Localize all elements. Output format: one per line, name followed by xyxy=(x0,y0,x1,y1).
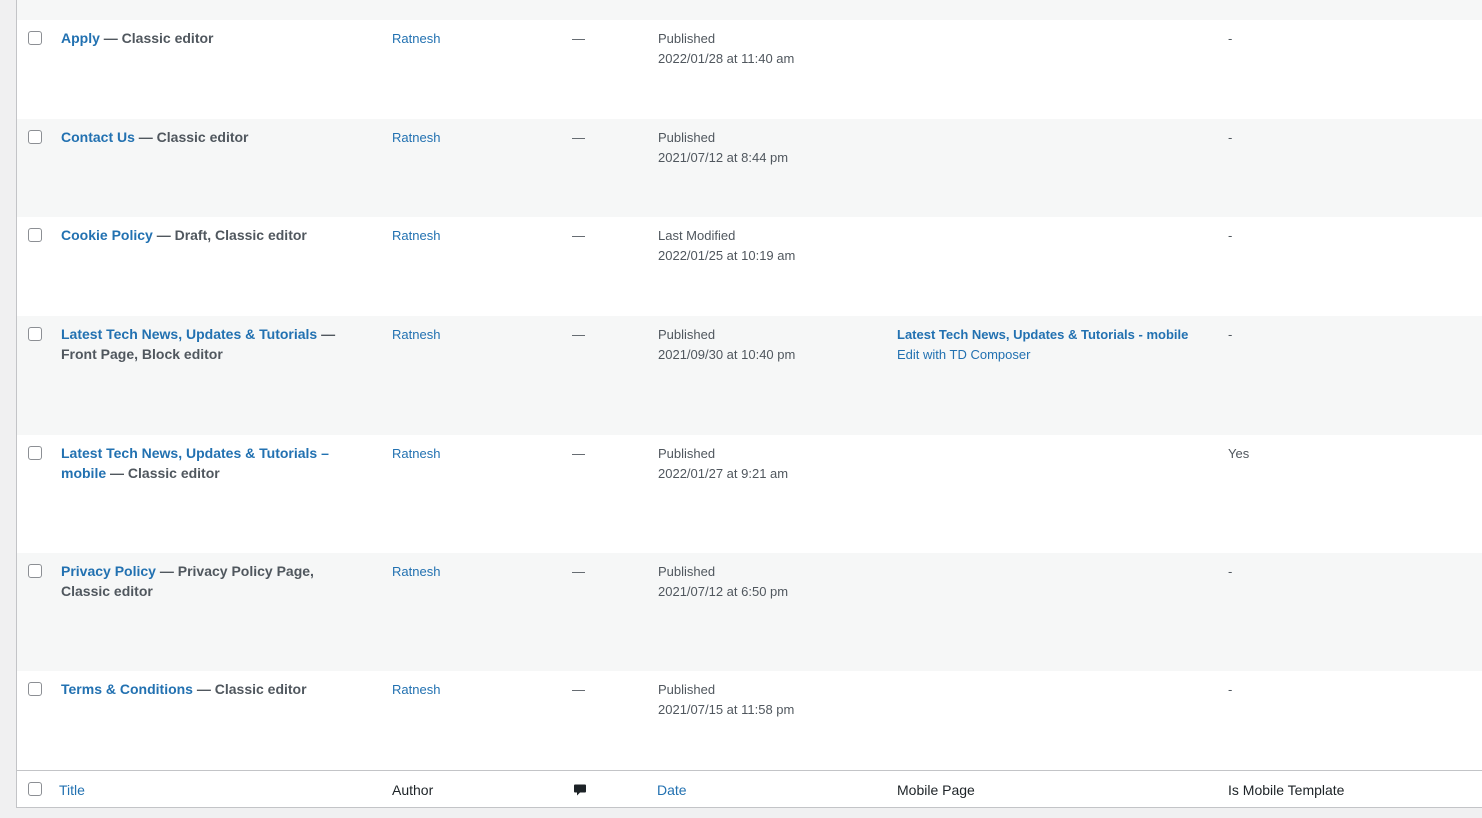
row-checkbox[interactable] xyxy=(28,446,42,460)
title-cell: Latest Tech News, Updates & Tutorials — … xyxy=(61,325,366,364)
row-checkbox[interactable] xyxy=(28,228,42,242)
title-cell: Contact Us — Classic editor xyxy=(61,128,366,148)
title-cell: Apply — Classic editor xyxy=(61,29,366,49)
page-title-link[interactable]: Terms & Conditions xyxy=(61,681,193,697)
table-row: Apply — Classic editor Ratnesh — Publish… xyxy=(17,20,1482,119)
is-mobile-value: Yes xyxy=(1228,446,1250,461)
date-status: Published xyxy=(658,564,716,579)
row-checkbox[interactable] xyxy=(28,564,42,578)
date-status: Published xyxy=(658,682,716,697)
page-title-link[interactable]: Privacy Policy xyxy=(61,563,156,579)
page-title-link[interactable]: Apply xyxy=(61,30,100,46)
date-value: 2021/07/12 at 8:44 pm xyxy=(658,149,789,165)
date-cell: Published 2021/07/12 at 6:50 pm xyxy=(658,562,788,601)
title-cell: Latest Tech News, Updates & Tutorials – … xyxy=(61,444,366,483)
table-top-strip xyxy=(17,0,1482,20)
date-status: Last Modified xyxy=(658,228,736,243)
comments-count: — xyxy=(572,327,585,342)
row-checkbox[interactable] xyxy=(28,327,42,341)
author-link[interactable]: Ratnesh xyxy=(392,327,440,342)
date-value: 2021/09/30 at 10:40 pm xyxy=(658,346,796,362)
post-state: — Classic editor xyxy=(99,30,214,46)
edit-td-composer-link[interactable]: Edit with TD Composer xyxy=(897,345,1197,365)
date-cell: Published 2022/01/28 at 11:40 am xyxy=(658,29,794,68)
comment-bubble-icon[interactable] xyxy=(573,783,587,797)
row-checkbox[interactable] xyxy=(28,31,42,45)
date-cell: Published 2021/07/15 at 11:58 pm xyxy=(658,680,794,719)
date-column-sort[interactable]: Date xyxy=(657,782,687,798)
title-cell: Terms & Conditions — Classic editor xyxy=(61,680,366,700)
comments-count: — xyxy=(572,228,585,243)
row-checkbox[interactable] xyxy=(28,130,42,144)
mobile-page-column-header: Mobile Page xyxy=(897,782,975,798)
table-row: Contact Us — Classic editor Ratnesh — Pu… xyxy=(17,119,1482,217)
title-cell: Cookie Policy — Draft, Classic editor xyxy=(61,226,366,246)
table-row: Latest Tech News, Updates & Tutorials — … xyxy=(17,316,1482,435)
comments-count: — xyxy=(572,31,585,46)
date-value: 2022/01/25 at 10:19 am xyxy=(658,247,796,263)
table-row: Terms & Conditions — Classic editor Ratn… xyxy=(17,671,1482,770)
post-state: — Classic editor xyxy=(134,129,249,145)
table-row: Cookie Policy — Draft, Classic editor Ra… xyxy=(17,217,1482,316)
mobile-page-cell: Latest Tech News, Updates & Tutorials - … xyxy=(897,325,1197,364)
author-column-header: Author xyxy=(392,782,434,798)
is-mobile-template-column-header: Is Mobile Template xyxy=(1228,782,1345,798)
page-title-link[interactable]: Latest Tech News, Updates & Tutorials xyxy=(61,326,317,342)
table-footer-headers: Title Author Date Mobile Page Is Mobile … xyxy=(17,770,1482,807)
author-link[interactable]: Ratnesh xyxy=(392,564,440,579)
is-mobile-value: - xyxy=(1228,130,1233,145)
date-status: Published xyxy=(658,31,716,46)
table-row: Privacy Policy — Privacy Policy Page, Cl… xyxy=(17,553,1482,671)
row-checkbox[interactable] xyxy=(28,682,42,696)
is-mobile-value: - xyxy=(1228,327,1233,342)
date-cell: Published 2022/01/27 at 9:21 am xyxy=(658,444,788,483)
date-status: Published xyxy=(658,130,716,145)
page-title-link[interactable]: Cookie Policy xyxy=(61,227,153,243)
date-cell: Published 2021/09/30 at 10:40 pm xyxy=(658,325,795,364)
author-link[interactable]: Ratnesh xyxy=(392,682,440,697)
is-mobile-value: - xyxy=(1228,228,1233,243)
mobile-page-link[interactable]: Latest Tech News, Updates & Tutorials - … xyxy=(897,325,1197,345)
select-all-checkbox[interactable] xyxy=(28,782,42,796)
date-cell: Last Modified 2022/01/25 at 10:19 am xyxy=(658,226,795,265)
comments-count: — xyxy=(572,682,585,697)
date-cell: Published 2021/07/12 at 8:44 pm xyxy=(658,128,788,167)
comments-count: — xyxy=(572,446,585,461)
title-cell: Privacy Policy — Privacy Policy Page, Cl… xyxy=(61,562,366,601)
author-link[interactable]: Ratnesh xyxy=(392,130,440,145)
post-state: — Classic editor xyxy=(192,681,307,697)
title-column-sort[interactable]: Title xyxy=(59,782,85,798)
is-mobile-value: - xyxy=(1228,682,1233,697)
is-mobile-value: - xyxy=(1228,564,1233,579)
date-value: 2021/07/15 at 11:58 pm xyxy=(658,701,795,717)
date-value: 2022/01/28 at 11:40 am xyxy=(658,50,795,66)
date-status: Published xyxy=(658,446,716,461)
page-title-link[interactable]: Contact Us xyxy=(61,129,135,145)
author-link[interactable]: Ratnesh xyxy=(392,228,440,243)
post-state: — Classic editor xyxy=(106,464,220,481)
author-link[interactable]: Ratnesh xyxy=(392,446,440,461)
post-state: — Draft, Classic editor xyxy=(152,227,307,243)
is-mobile-value: - xyxy=(1228,31,1233,46)
date-status: Published xyxy=(658,327,716,342)
comments-count: — xyxy=(572,130,585,145)
date-value: 2022/01/27 at 9:21 am xyxy=(658,465,789,481)
date-value: 2021/07/12 at 6:50 pm xyxy=(658,583,789,599)
author-link[interactable]: Ratnesh xyxy=(392,31,440,46)
table-row: Latest Tech News, Updates & Tutorials – … xyxy=(17,435,1482,553)
comments-count: — xyxy=(572,564,585,579)
pages-list-table: Apply — Classic editor Ratnesh — Publish… xyxy=(16,0,1482,808)
